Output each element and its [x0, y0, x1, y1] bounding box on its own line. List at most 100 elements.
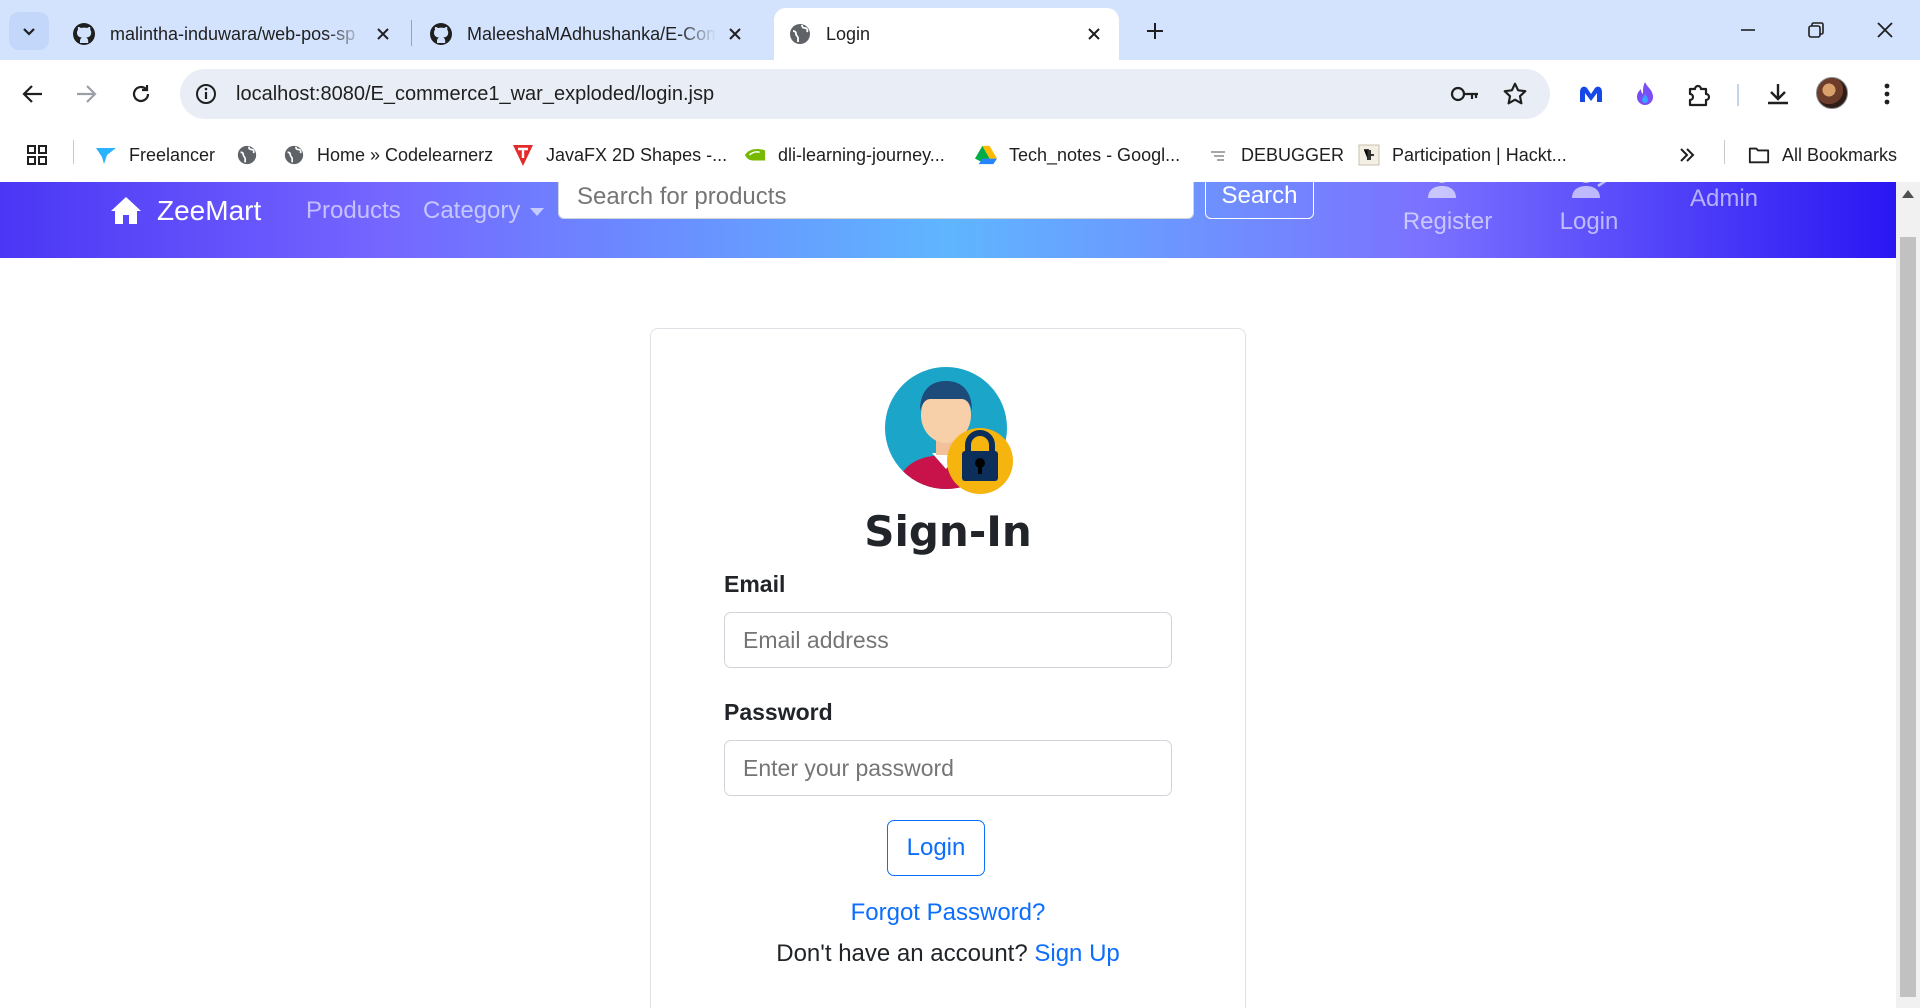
github-icon	[73, 23, 95, 45]
malwarebytes-extension-icon[interactable]	[1574, 77, 1608, 111]
nav-login-label: Login	[1559, 208, 1619, 235]
nav-products[interactable]: Products	[306, 188, 401, 234]
bookmark-label: dli-learning-journey...	[778, 144, 945, 165]
close-tab-icon[interactable]	[372, 23, 394, 45]
restore-button[interactable]	[1786, 10, 1846, 50]
apps-grid-button[interactable]	[26, 140, 48, 170]
chevron-down-icon	[23, 28, 35, 36]
close-tab-icon[interactable]	[1083, 23, 1105, 45]
page-title: Sign-In	[864, 507, 1032, 556]
address-bar[interactable]: localhost:8080/E_commerce1_war_exploded/…	[180, 69, 1550, 119]
site-info-icon[interactable]	[194, 82, 218, 106]
all-bookmarks-button[interactable]: All Bookmarks	[1748, 140, 1897, 170]
minimize-button[interactable]	[1718, 10, 1778, 50]
bookmark-label: Participation | Hackt...	[1392, 144, 1567, 165]
login-button[interactable]: Login	[887, 820, 985, 876]
extensions-puzzle-icon[interactable]	[1682, 77, 1716, 111]
email-label: Email	[724, 571, 786, 597]
user-login-icon	[1572, 182, 1606, 198]
bookmark-label: DEBUGGER	[1241, 144, 1345, 165]
tab-divider	[411, 20, 412, 46]
tab-login[interactable]: Login	[774, 8, 1119, 60]
brand-link[interactable]: ZeeMart	[109, 188, 261, 234]
nav-login[interactable]: Login	[1554, 182, 1624, 236]
menu-kebab-icon[interactable]	[1870, 77, 1904, 111]
toolbar-divider	[1737, 84, 1739, 106]
restore-icon	[1808, 22, 1824, 38]
more-bookmarks-button[interactable]	[1678, 140, 1696, 170]
nav-register[interactable]: Register	[1400, 182, 1495, 236]
reload-icon	[132, 85, 150, 103]
url-text[interactable]: localhost:8080/E_commerce1_war_exploded/…	[236, 69, 714, 119]
bookmark-globe[interactable]	[236, 140, 270, 170]
email-field[interactable]	[724, 612, 1172, 668]
bookmark-participation[interactable]: Participation | Hackt...	[1358, 140, 1567, 170]
arrow-left-icon	[22, 85, 42, 103]
bookmark-divider	[73, 140, 74, 164]
bookmark-label: Tech_notes - Googl...	[1009, 144, 1181, 165]
brand-name: ZeeMart	[157, 195, 262, 226]
back-button[interactable]	[13, 74, 53, 114]
bookmark-label: Home » Codelearnerz	[317, 144, 494, 165]
reload-button[interactable]	[121, 74, 161, 114]
flame-extension-icon[interactable]	[1628, 77, 1662, 111]
search-button[interactable]: Search	[1205, 182, 1314, 219]
tutorialspoint-icon	[512, 144, 534, 166]
tab-e-com[interactable]: MaleeshaMAdhushanka/E-Com	[415, 8, 760, 60]
nvidia-icon	[744, 144, 766, 166]
globe-icon	[283, 144, 305, 166]
nav-register-label: Register	[1402, 208, 1493, 235]
user-plus-icon	[1427, 182, 1456, 198]
tab-web-pos[interactable]: malintha-induwara/web-pos-sp	[58, 8, 408, 60]
tab-strip: malintha-induwara/web-pos-sp MaleeshaMAd…	[0, 0, 1920, 60]
signup-prompt: Don't have an account? Sign Up	[651, 940, 1245, 968]
bookmark-debugger[interactable]: DEBUGGER	[1207, 140, 1344, 170]
window-close-button[interactable]	[1855, 10, 1915, 50]
scroll-up-arrow-icon[interactable]	[1902, 190, 1914, 198]
new-tab-button[interactable]	[1138, 14, 1172, 48]
bookmarks-bar: Freelancer Home » Codelearnerz JavaFX 2D…	[0, 128, 1920, 182]
bookmark-codelearnerz[interactable]: Home » Codelearnerz	[283, 140, 493, 170]
profile-avatar[interactable]	[1816, 77, 1848, 109]
download-icon[interactable]	[1761, 77, 1795, 111]
forgot-password-link[interactable]: Forgot Password?	[651, 899, 1245, 927]
globe-icon	[790, 24, 810, 44]
minimize-icon	[1741, 29, 1755, 31]
bookmark-label: JavaFX 2D Shapes -...	[546, 144, 728, 165]
nav-admin[interactable]: Admin	[1690, 182, 1758, 222]
nav-category[interactable]: Category	[423, 188, 545, 234]
folder-icon	[1748, 144, 1770, 166]
no-account-text: Don't have an account?	[776, 940, 1028, 967]
bookmark-dli[interactable]: dli-learning-journey...	[744, 140, 945, 170]
star-icon[interactable]	[1502, 81, 1528, 107]
caret-down-icon	[530, 207, 545, 216]
bookmark-tech-notes[interactable]: Tech_notes - Googl...	[975, 140, 1180, 170]
user-lock-icon	[885, 367, 1013, 494]
tab-title: malintha-induwara/web-pos-sp	[110, 23, 356, 44]
bookmark-freelancer[interactable]: Freelancer	[95, 140, 215, 170]
github-icon	[430, 23, 452, 45]
google-drive-icon	[975, 144, 997, 166]
sign-up-link[interactable]: Sign Up	[1034, 940, 1119, 967]
forward-button[interactable]	[66, 74, 106, 114]
globe-icon	[236, 144, 258, 166]
product-search-input[interactable]	[558, 182, 1194, 219]
plus-icon	[1147, 23, 1163, 39]
bookmark-label: All Bookmarks	[1782, 144, 1898, 165]
scrollbar-thumb[interactable]	[1900, 237, 1916, 997]
password-field[interactable]	[724, 740, 1172, 796]
page-scrollbar[interactable]	[1896, 182, 1920, 1008]
tab-title: MaleeshaMAdhushanka/E-Com	[467, 23, 716, 44]
site-navbar: ZeeMart Products Category Search Registe…	[0, 182, 1896, 258]
double-chevron-right-icon	[1680, 148, 1695, 162]
debugger-icon	[1207, 144, 1229, 166]
tab-search-button[interactable]	[9, 12, 49, 50]
home-icon	[111, 197, 141, 224]
hackathon-icon	[1358, 144, 1380, 166]
login-card: Sign-In Email Password Login Forgot Pass…	[650, 328, 1246, 1008]
bookmark-divider	[1724, 140, 1725, 164]
nav-category-label: Category	[423, 197, 521, 224]
close-tab-icon[interactable]	[724, 23, 746, 45]
key-icon[interactable]	[1450, 82, 1480, 106]
bookmark-javafx[interactable]: JavaFX 2D Shapes -...	[512, 140, 727, 170]
